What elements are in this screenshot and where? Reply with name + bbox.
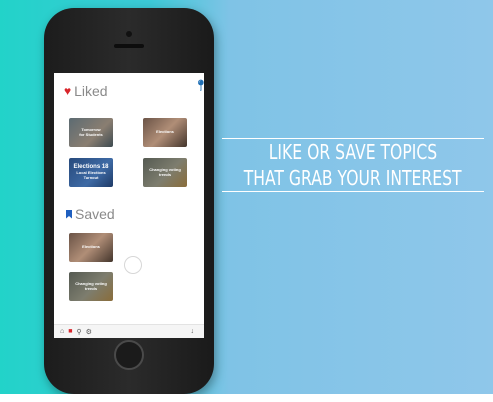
liked-section-title: ♥ Liked [64, 83, 108, 99]
liked-card-4[interactable]: Changing voting trends [143, 158, 187, 187]
touch-indicator [124, 256, 142, 274]
saved-title-text: Saved [75, 206, 115, 222]
liked-card-1[interactable]: Tomorrow for Students [69, 118, 113, 147]
caption-line-2: THAT GRAB YOUR INTEREST [244, 166, 462, 190]
caption-bottom-rule [222, 191, 484, 192]
camera-dot [126, 31, 132, 37]
location-pin-icon[interactable]: 📍︎ [194, 79, 204, 92]
liked-title-text: Liked [74, 83, 108, 99]
home-button[interactable] [114, 340, 144, 370]
liked-card-3[interactable]: Elections 18 Local Elections Turnout [69, 158, 113, 187]
search-icon[interactable]: ⚲ [76, 328, 81, 336]
saved-card-1[interactable]: Elections [69, 233, 113, 262]
card-text: trends [158, 171, 172, 177]
bookmark-icon [66, 209, 72, 219]
card-text: Elections [156, 129, 174, 135]
promo-caption: LIKE OR SAVE TOPICS THAT GRAB YOUR INTER… [222, 128, 484, 202]
card-text: trends [84, 285, 98, 291]
saved-section-title: Saved [66, 206, 115, 222]
phone-frame: 📍︎ ♥ Liked Tomorrow for Students Electio… [44, 8, 214, 394]
settings-icon[interactable]: ⚙ [86, 328, 92, 336]
liked-card-2[interactable]: Elections [143, 118, 187, 147]
earpiece [114, 44, 144, 48]
card-text: Turnout [83, 175, 99, 181]
caption-line-1: LIKE OR SAVE TOPICS [268, 140, 438, 164]
card-text: for Students [79, 131, 103, 137]
promo-background: 📍︎ ♥ Liked Tomorrow for Students Electio… [0, 0, 493, 402]
download-icon[interactable]: ↓ [191, 328, 195, 335]
bottom-tab-bar: ⌂ ■ ⚲ ⚙ ↓ [54, 324, 204, 338]
home-icon[interactable]: ⌂ [60, 328, 64, 335]
app-screen: 📍︎ ♥ Liked Tomorrow for Students Electio… [54, 73, 204, 338]
heart-icon: ♥ [64, 84, 72, 98]
saved-card-2[interactable]: Changing voting trends [69, 272, 113, 301]
card-text: Elections [82, 244, 100, 250]
save-icon[interactable]: ■ [68, 328, 72, 335]
